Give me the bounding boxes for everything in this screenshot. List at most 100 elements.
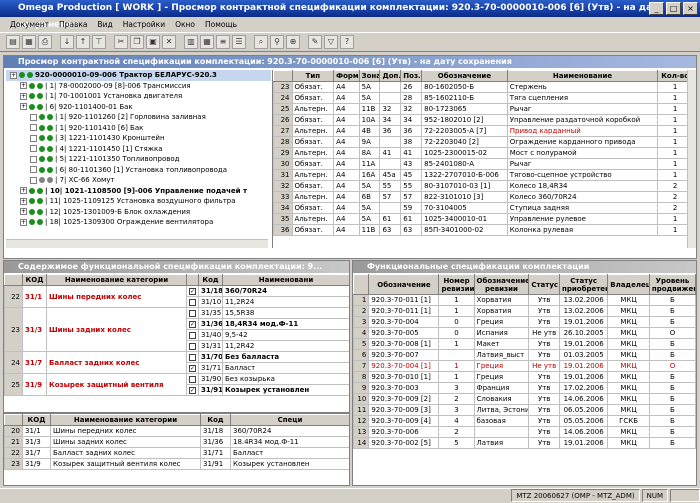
checkbox-cell[interactable] <box>186 296 199 308</box>
grid-icon[interactable]: ▦ <box>200 35 214 49</box>
tree-node[interactable]: + | 12| 1025-1301009-Б Блок охлаждения <box>6 207 271 218</box>
table-row[interactable]: 33 Альтерн. A4 6B 57 57 822-3101010 [3] Колесо … <box>273 191 693 203</box>
checkbox[interactable] <box>189 298 196 306</box>
tree-node[interactable]: + | 6| 920-1101400-01 Бак <box>6 102 271 113</box>
tree-node[interactable]: | 5| 1221-1101350 Топливопровод <box>6 154 271 165</box>
checkbox[interactable] <box>189 375 196 383</box>
checkbox-cell[interactable]: ✓ <box>186 318 199 330</box>
table-row[interactable]: 24 31/7 Балласт задних колес 31/70 Без балла… <box>4 351 349 374</box>
column-header[interactable]: Наименовани <box>222 274 349 286</box>
column-header[interactable]: Доп. <box>379 70 402 82</box>
tree-node[interactable]: + | 1| 70-1001001 Установка двигателя <box>6 91 271 102</box>
checkbox-cell[interactable]: ✓ <box>186 384 199 396</box>
tree-node[interactable]: + | 11| 1025-1109125 Установка воздушного… <box>6 196 271 207</box>
expand-icon[interactable] <box>30 113 37 121</box>
maximize-button[interactable]: □ <box>666 2 681 15</box>
column-header[interactable]: Наименование категории <box>46 274 187 286</box>
column-header[interactable]: КОД <box>22 274 47 286</box>
open-icon[interactable]: ▤ <box>6 35 20 49</box>
table-row[interactable]: 25 Альтерн. A4 11B 32 32 80-1723065 Рычаг 1 <box>273 103 693 115</box>
expand-icon[interactable] <box>30 166 37 173</box>
tree-node[interactable]: | 6| 80-1101360 [1] Установка топливопро… <box>6 165 271 176</box>
search-icon[interactable]: ⌕ <box>254 35 268 49</box>
table-row[interactable]: 7 920.3-70-004 [1] 1 Греция Не утв 19.01.2006… <box>353 360 696 372</box>
find-icon[interactable]: ⚲ <box>270 35 284 49</box>
column-header[interactable]: Специ <box>230 414 349 426</box>
expand-icon[interactable] <box>30 134 37 142</box>
column-header[interactable]: Номер ревизии <box>438 274 475 295</box>
menu-item[interactable]: Настройки <box>123 17 165 32</box>
column-header[interactable]: Статус приобретен <box>559 274 609 295</box>
checkbox-cell[interactable]: ✓ <box>186 362 199 374</box>
checkbox[interactable]: ✓ <box>189 287 196 295</box>
table-row[interactable]: 5 920.3-70-008 [1] 1 Макет Утв 19.01.2006 МКЦ Б <box>353 338 696 350</box>
expand-icon[interactable] <box>30 145 37 152</box>
checkbox[interactable]: ✓ <box>189 364 196 372</box>
checkbox[interactable] <box>189 331 196 339</box>
table-row[interactable]: 27 Альтерн. A4 4B 36 36 72-2203005-А [7] Привод… <box>273 125 693 137</box>
table-row[interactable]: 12 920.3-70-009 [4] 4 базовая Утв 05.05.2006 Г… <box>353 415 696 427</box>
table-row[interactable]: 32 Обязат. A4 5A 55 55 80-3107010-03 [1] Колесо… <box>273 180 693 192</box>
table-row[interactable]: 6 920.3-70-007 Латвия_выст Утв 01.03.2005 МКЦ… <box>353 349 696 361</box>
tree-node[interactable]: | 4| 1221-1101450 [1] Стяжка <box>6 144 271 155</box>
table-row[interactable]: 4 920.3-70-005 0 Испания Не утв 26.10.2005 МКЦ… <box>353 327 696 339</box>
expand-icon[interactable] <box>30 176 37 184</box>
expand-icon[interactable]: + <box>20 103 27 110</box>
sort-desc-icon[interactable]: ↑ <box>76 35 90 49</box>
column-header[interactable]: Владелец <box>607 274 650 295</box>
tree-node[interactable]: + | 18| 1025-1309300 Ограждение вентилято… <box>6 217 271 228</box>
zoom-icon[interactable]: ⊕ <box>286 35 300 49</box>
expand-icon[interactable] <box>30 124 37 131</box>
column-header[interactable]: Код <box>200 414 231 426</box>
table-row[interactable]: 29 Альтерн. A4 8A 41 41 1025-2300015-02 Мост с … <box>273 147 693 159</box>
sort-asc-icon[interactable]: ↓ <box>60 35 74 49</box>
table-row[interactable]: 23 31/9 Козырек защитный вентиля колес 31/9… <box>4 458 349 470</box>
tree-node[interactable]: | 1| 920-1101410 [6] Бак <box>6 123 271 134</box>
table-row[interactable]: 28 Обязат. A4 9A 38 72-2203040 [2] Ограждение … <box>273 136 693 148</box>
table-row[interactable]: 10 920.3-70-009 [2] 2 Словакия Утв 14.06.2006… <box>353 393 696 405</box>
properties-icon[interactable]: ✎ <box>308 35 322 49</box>
close-button[interactable]: × <box>683 2 698 15</box>
tree-node[interactable]: + | 1| 78-0002000-09 [8]-006 Трансмиссия <box>6 81 271 92</box>
table-row[interactable]: 31 Альтерн. A4 16A 45a 45 1322-2707010-Б-006 Тя… <box>273 169 693 181</box>
column-header[interactable]: Наименование <box>506 70 659 82</box>
menu-item[interactable]: Правка <box>59 17 88 32</box>
table-icon[interactable]: ▥ <box>184 35 198 49</box>
column-header[interactable]: Обозначение ревизии <box>473 274 530 295</box>
table-row[interactable]: 20 31/1 Шины передних колес 31/18 360/70R24 <box>4 425 349 437</box>
column-header[interactable]: Обозначение <box>421 70 508 82</box>
checkbox-cell[interactable] <box>186 351 199 363</box>
expand-icon[interactable]: + <box>20 187 27 194</box>
expand-icon[interactable]: + <box>20 197 27 205</box>
tree-node[interactable]: | 7| ХС-66 Хомут <box>6 175 271 186</box>
tree-node[interactable]: | 3| 1221-1101430 Кронштейн <box>6 133 271 144</box>
tree-node[interactable]: + | 10| 1021-1108500 [9]-006 Управление п… <box>6 186 271 197</box>
checkbox[interactable]: ✓ <box>189 386 196 394</box>
table-row[interactable]: 35 Альтерн. A4 5A 61 61 1025-3400010-01 Управле… <box>273 213 693 225</box>
checkbox[interactable] <box>189 309 196 317</box>
column-header[interactable]: Код <box>198 274 223 286</box>
table-row[interactable]: 36 Обязат. A4 11B 63 63 85П-3401000-02 Колонка … <box>273 224 693 236</box>
column-header[interactable] <box>186 274 199 286</box>
column-header[interactable]: Зона <box>358 70 381 82</box>
print-icon[interactable]: ⎙ <box>38 35 52 49</box>
checkbox[interactable] <box>189 353 196 361</box>
column-header[interactable]: Поз. <box>400 70 423 82</box>
column-header[interactable]: Форма <box>333 70 360 82</box>
expand-icon[interactable] <box>30 155 37 163</box>
table-row[interactable]: 26 Обязат. A4 10A 34 34 952-1802010 [2] Управле… <box>273 114 693 126</box>
checkbox[interactable] <box>189 342 196 350</box>
table-row[interactable]: 22 31/1 Шины передних колес ✓ 31/18 360/70R24 <box>4 285 349 308</box>
table-row[interactable]: 11 920.3-70-009 [3] 3 Литва, Эстони Утв 06.05… <box>353 404 696 416</box>
tree-icon[interactable]: ≡ <box>216 35 230 49</box>
column-header[interactable]: Уровень продвижен <box>648 274 696 295</box>
table-row[interactable]: 34 Обязат. A4 5A 59 70-3104005 Ступица задняя 2 <box>273 202 693 214</box>
column-header[interactable]: Обозначение <box>368 274 440 295</box>
help-icon[interactable]: ? <box>340 35 354 49</box>
checkbox-cell[interactable]: ✓ <box>186 285 199 297</box>
table-row[interactable]: 25 31/9 Козырек защитный вентиля 31/90 Без к… <box>4 373 349 396</box>
tree-hscroll[interactable] <box>6 239 268 248</box>
column-header[interactable]: Наименование категории <box>50 414 201 426</box>
expand-icon[interactable]: + <box>20 92 27 100</box>
checkbox-cell[interactable] <box>186 373 199 385</box>
